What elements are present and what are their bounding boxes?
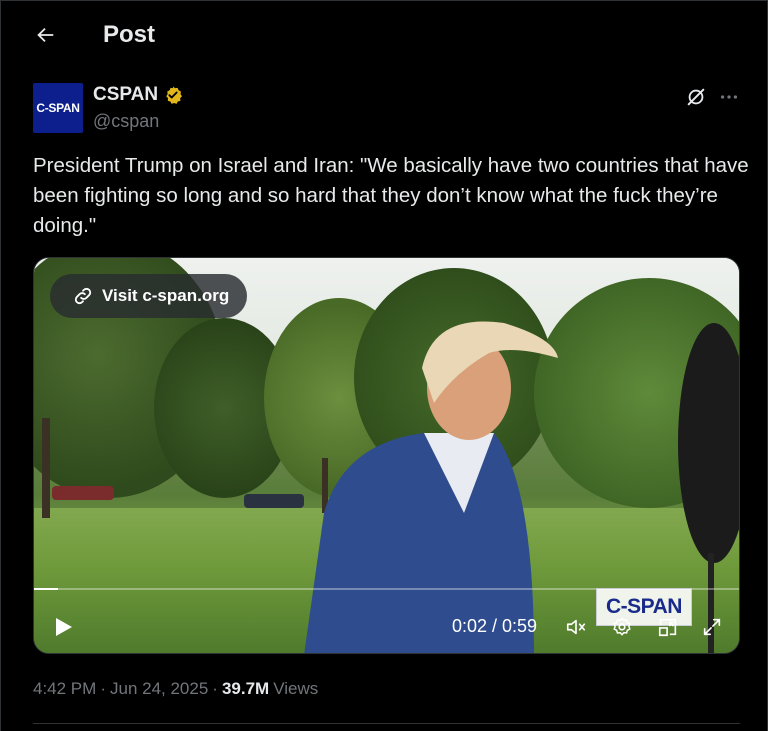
fullscreen-button[interactable] — [698, 614, 726, 640]
more-options-button[interactable] — [715, 83, 743, 111]
settings-icon — [613, 617, 631, 636]
video-time: 0:02 / 0:59 — [452, 616, 538, 636]
video-tree-trunk — [42, 418, 50, 518]
author-handle[interactable]: @cspan — [93, 111, 159, 132]
verified-badge-icon[interactable] — [163, 85, 183, 105]
page-title: Post — [103, 21, 156, 48]
post-time[interactable]: 4:42 PM — [33, 679, 96, 699]
play-button[interactable] — [48, 612, 78, 642]
fullscreen-icon — [703, 618, 721, 636]
play-icon — [56, 618, 72, 636]
divider — [33, 723, 740, 724]
video-person — [304, 321, 558, 653]
grok-button[interactable] — [681, 83, 711, 111]
author-name[interactable]: CSPAN — [93, 84, 183, 106]
post-meta: 4:42 PM · Jun 24, 2025 · 39.7M Views — [33, 679, 318, 699]
visit-link-label: Visit c-span.org — [102, 286, 230, 305]
settings-button[interactable] — [608, 614, 636, 640]
meta-separator: · — [212, 679, 218, 698]
arrow-left-icon — [37, 27, 54, 43]
back-button[interactable] — [23, 15, 67, 55]
header: Post — [1, 1, 767, 71]
picture-in-picture-icon — [658, 618, 677, 637]
pip-button[interactable] — [654, 614, 682, 640]
avatar-text: C-SPAN — [36, 101, 80, 115]
author-name-text: CSPAN — [93, 84, 159, 105]
post-text: President Trump on Israel and Iran: "We … — [33, 154, 749, 237]
volume-muted-icon — [566, 619, 586, 635]
post-page: Post C-SPAN CSPAN @cspan President Trump… — [0, 0, 768, 731]
grok-icon — [687, 88, 705, 106]
video-player[interactable]: Visit c-span.org C-SPAN 0:02 / 0:59 — [33, 257, 740, 654]
video-progress-fill — [34, 588, 58, 590]
visit-link-button[interactable]: Visit c-span.org — [50, 274, 248, 318]
video-cars — [52, 486, 114, 500]
more-dots-icon — [720, 95, 738, 99]
meta-separator: · — [100, 679, 106, 698]
mute-button[interactable] — [562, 614, 590, 640]
link-icon — [74, 287, 92, 305]
avatar[interactable]: C-SPAN — [33, 83, 83, 133]
views-count: 39.7M — [221, 679, 270, 698]
video-cars — [244, 494, 304, 508]
post-date[interactable]: Jun 24, 2025 — [110, 679, 208, 699]
views-label: Views — [273, 679, 319, 698]
